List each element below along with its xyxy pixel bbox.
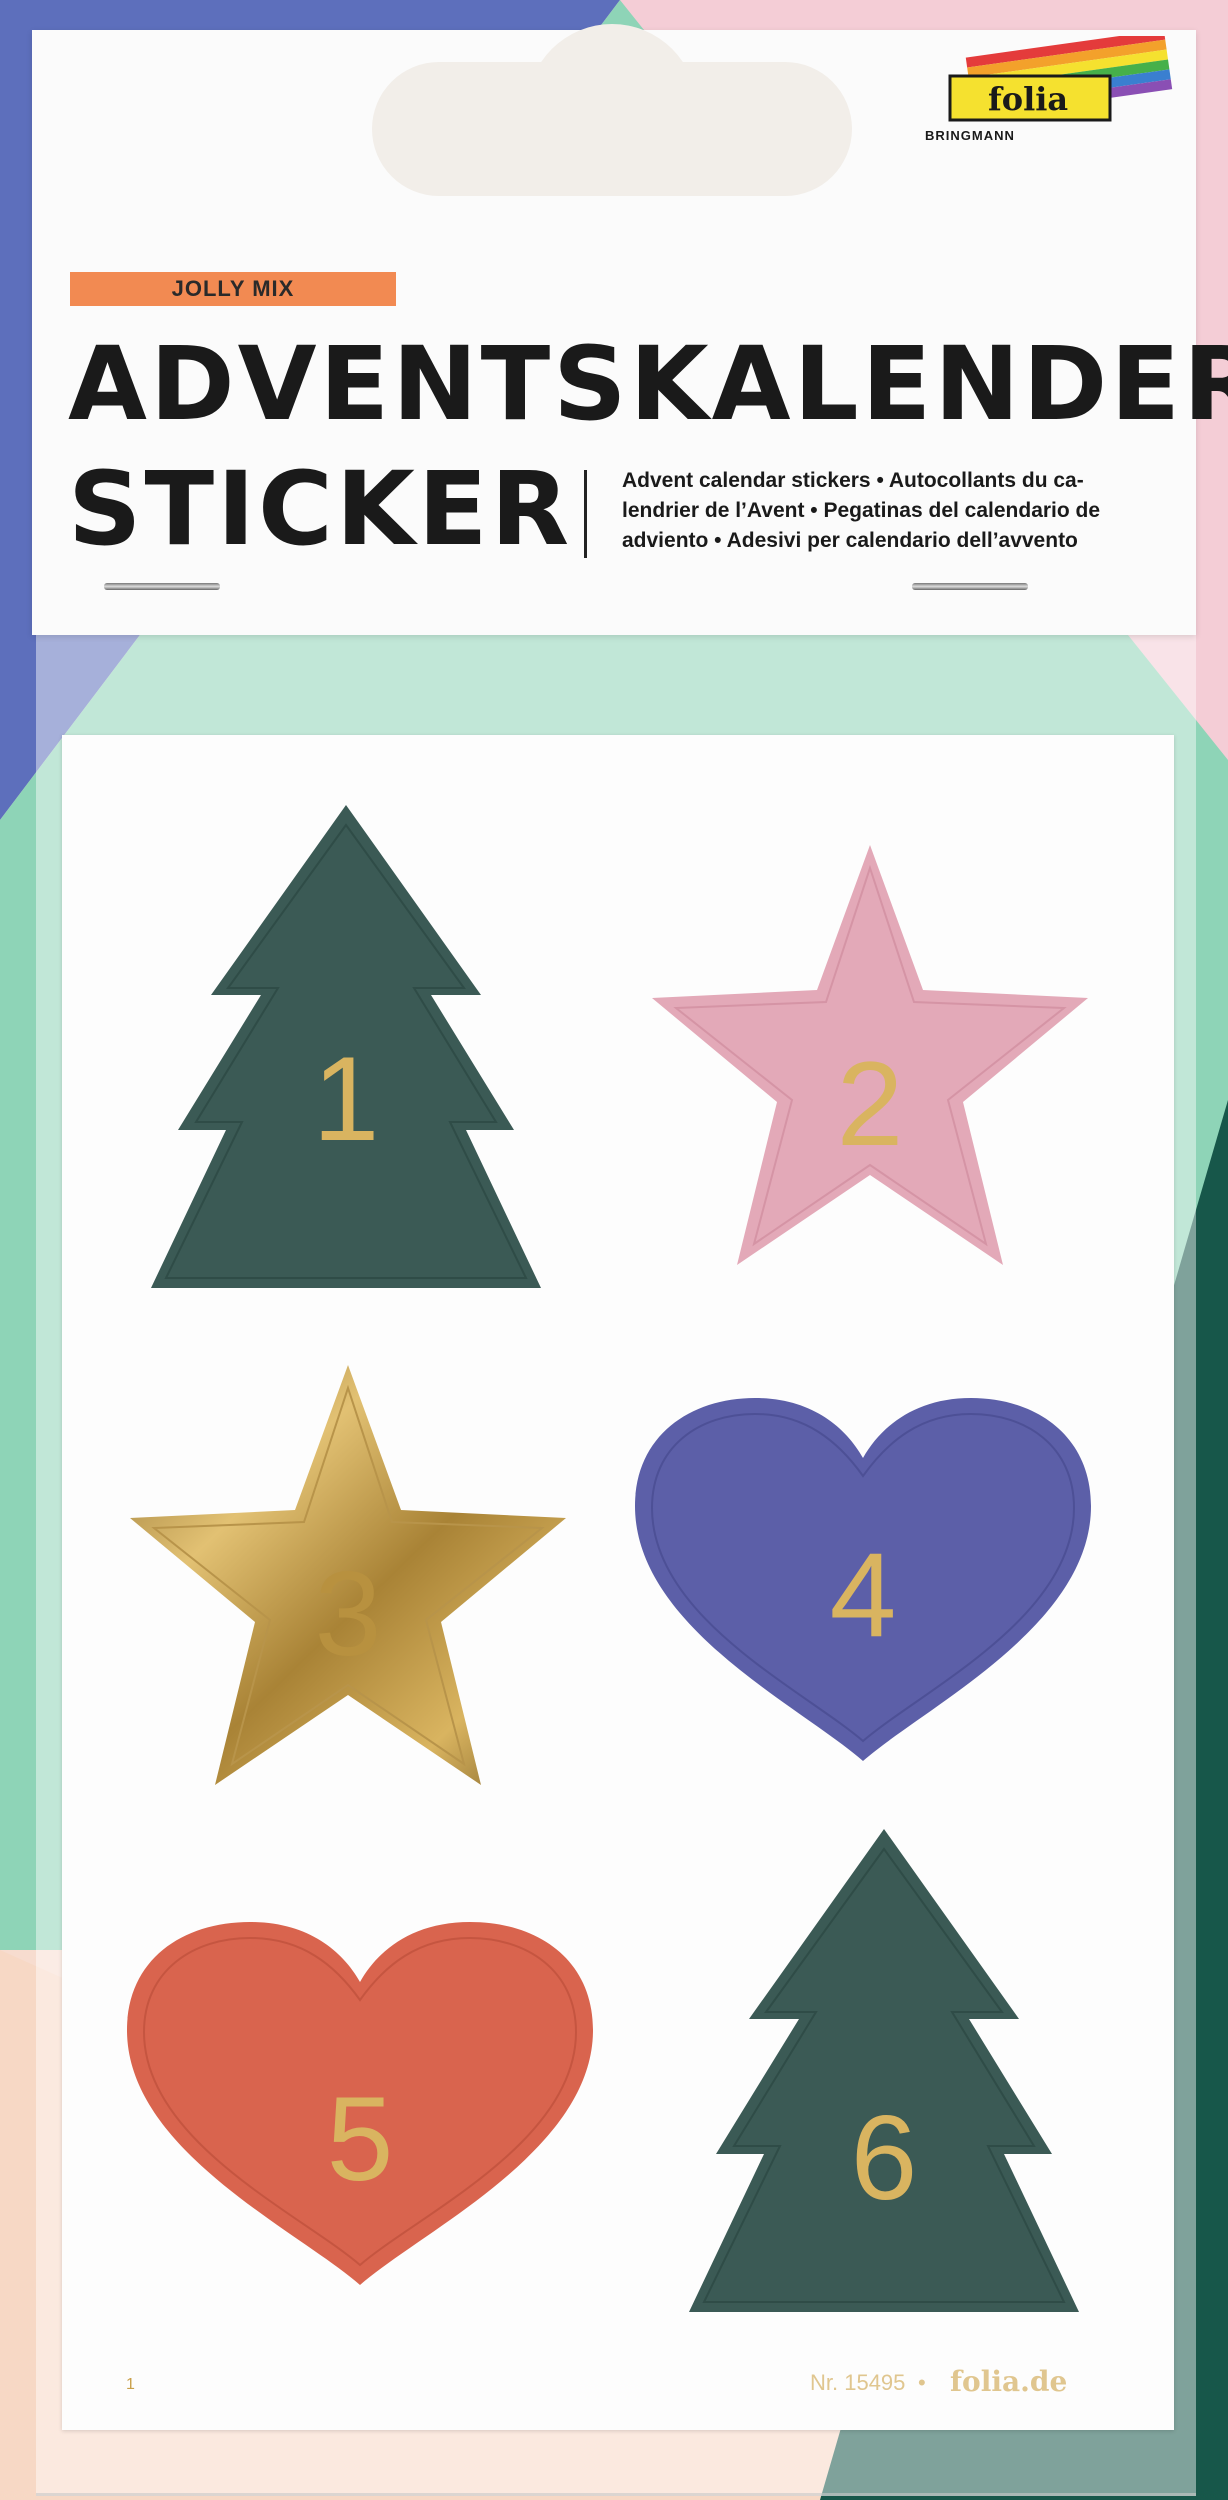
sticker-1: 1	[151, 805, 541, 1288]
sticker-number: 1	[313, 1032, 380, 1166]
subtitle: Advent calendar stickers • Autocollants …	[622, 466, 1142, 556]
tree-icon	[689, 1829, 1079, 2312]
staple-left	[104, 583, 220, 590]
footer-separator: •	[918, 2370, 926, 2395]
sticker-2: 2	[652, 845, 1088, 1265]
brand-name: folia	[988, 80, 1069, 118]
sticker-6: 6	[689, 1829, 1079, 2312]
sticker-3: 3	[130, 1365, 566, 1785]
hanger-hole	[372, 24, 852, 196]
title-line-2: STICKER	[68, 450, 573, 569]
sticker-number: 3	[315, 1547, 382, 1681]
sticker-number: 6	[851, 2091, 918, 2225]
sticker-5: 5	[127, 1922, 593, 2285]
title-line-1: ADVENTSKALENDER	[68, 325, 1228, 444]
sticker-number: 5	[327, 2072, 394, 2206]
sticker-4: 4	[635, 1398, 1091, 1761]
staple-right	[912, 583, 1028, 590]
footer-brand-url: folia.de	[950, 2365, 1068, 2398]
title-divider	[584, 470, 587, 558]
subtitle-line: adviento • Adesivi per calendario dell’a…	[622, 529, 1078, 552]
sheet-number: 1	[126, 2376, 135, 2393]
subtitle-line: lendrier de l’Avent • Pegatinas del cale…	[622, 499, 1101, 522]
brand-sub: BRINGMANN	[925, 128, 1015, 143]
sticker-number: 4	[830, 1528, 897, 1662]
product-tag: JOLLY MIX	[70, 272, 396, 306]
sticker-number: 2	[837, 1037, 904, 1171]
article-number: Nr. 15495	[810, 2370, 906, 2395]
subtitle-line: Advent calendar stickers • Autocollants …	[622, 469, 1084, 492]
